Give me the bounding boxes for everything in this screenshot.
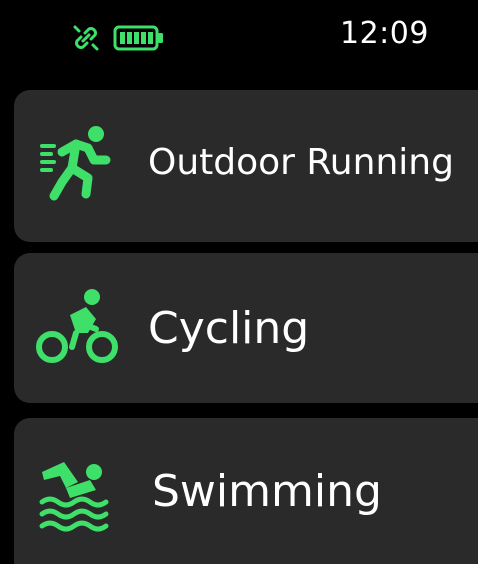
menu-item-swimming[interactable]: Swimming bbox=[14, 418, 478, 564]
watch-screen: 12:09 Outdoor Running Cycling Swimming bbox=[0, 0, 478, 564]
menu-item-cycling[interactable]: Cycling bbox=[14, 253, 478, 403]
menu-item-outdoor-running[interactable]: Outdoor Running bbox=[14, 90, 478, 242]
cycling-icon bbox=[36, 289, 118, 363]
menu-item-label: Swimming bbox=[152, 466, 382, 517]
battery-icon bbox=[113, 25, 163, 51]
swimming-icon bbox=[39, 462, 109, 532]
status-time: 12:09 bbox=[340, 16, 429, 51]
running-icon bbox=[40, 126, 111, 201]
menu-item-label: Outdoor Running bbox=[148, 142, 454, 183]
menu-item-label: Cycling bbox=[148, 303, 310, 354]
status-bar: 12:09 bbox=[0, 0, 478, 72]
link-icon bbox=[73, 25, 99, 51]
